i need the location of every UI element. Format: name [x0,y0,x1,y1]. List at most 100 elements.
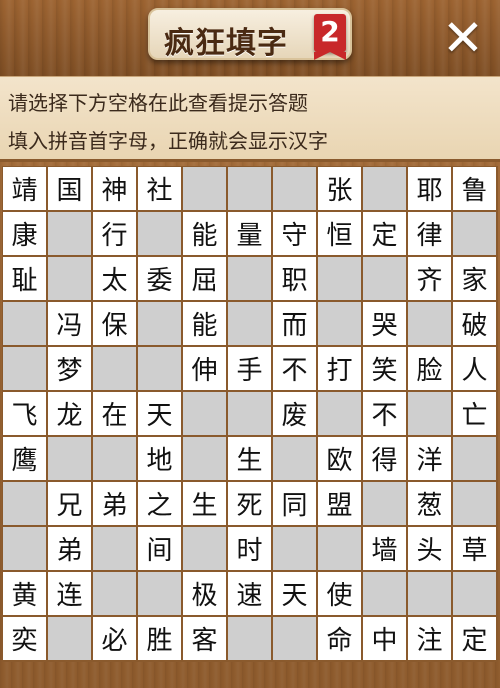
grid-cell[interactable]: 生 [227,436,272,481]
grid-cell-blocked [317,391,362,436]
grid-cell[interactable]: 地 [137,436,182,481]
grid-cell[interactable]: 哭 [362,301,407,346]
grid-cell[interactable]: 兄 [47,481,92,526]
grid-cell[interactable]: 保 [92,301,137,346]
grid-cell[interactable]: 之 [137,481,182,526]
grid-cell[interactable]: 不 [362,391,407,436]
grid-cell[interactable]: 国 [47,166,92,211]
grid-cell[interactable]: 社 [137,166,182,211]
grid-cell-blocked [2,526,47,571]
grid-cell-blocked [362,571,407,616]
grid-cell[interactable]: 鲁 [452,166,497,211]
grid-cell[interactable]: 定 [452,616,497,661]
grid-cell-blocked [92,346,137,391]
grid-cell[interactable]: 速 [227,571,272,616]
grid-cell-blocked [227,616,272,661]
grid-cell[interactable]: 欧 [317,436,362,481]
grid-cell[interactable]: 头 [407,526,452,571]
grid-cell[interactable]: 亡 [452,391,497,436]
grid-cell[interactable]: 梦 [47,346,92,391]
grid-cell[interactable]: 人 [452,346,497,391]
grid-cell-blocked [92,571,137,616]
grid-cell[interactable]: 伸 [182,346,227,391]
grid-cell[interactable]: 废 [272,391,317,436]
grid-cell[interactable]: 龙 [47,391,92,436]
grid-cell[interactable]: 靖 [2,166,47,211]
grid-cell[interactable]: 量 [227,211,272,256]
grid-cell[interactable]: 恒 [317,211,362,256]
grid-cell[interactable]: 弟 [47,526,92,571]
grid-cell[interactable]: 飞 [2,391,47,436]
grid-cell[interactable]: 时 [227,526,272,571]
grid-cell[interactable]: 破 [452,301,497,346]
grid-cell[interactable]: 康 [2,211,47,256]
grid-cell-blocked [362,481,407,526]
grid-cell[interactable]: 家 [452,256,497,301]
grid-cell[interactable]: 葱 [407,481,452,526]
grid-cell[interactable]: 弟 [92,481,137,526]
grid-cell[interactable]: 草 [452,526,497,571]
grid-cell-blocked [47,616,92,661]
grid-cell[interactable]: 冯 [47,301,92,346]
grid-cell[interactable]: 极 [182,571,227,616]
grid-cell[interactable]: 命 [317,616,362,661]
grid-cell-blocked [272,616,317,661]
grid-cell-blocked [452,481,497,526]
grid-cell[interactable]: 耶 [407,166,452,211]
grid-cell[interactable]: 天 [137,391,182,436]
header-bar: 疯狂填字 2 ✕ [0,0,500,76]
close-button[interactable]: ✕ [438,13,488,64]
grid-cell-blocked [362,256,407,301]
grid-cell[interactable]: 得 [362,436,407,481]
grid-cell[interactable]: 间 [137,526,182,571]
grid-cell[interactable]: 行 [92,211,137,256]
grid-cell[interactable]: 不 [272,346,317,391]
crossword-grid: 靖国神社张耶鲁康行能量守恒定律耻太委屈职齐家冯保能而哭破梦伸手不打笑脸人飞龙在天… [2,166,498,662]
grid-cell[interactable]: 定 [362,211,407,256]
grid-cell[interactable]: 而 [272,301,317,346]
grid-cell[interactable]: 能 [182,211,227,256]
grid-cell[interactable]: 屈 [182,256,227,301]
grid-cell[interactable]: 手 [227,346,272,391]
grid-cell[interactable]: 守 [272,211,317,256]
grid-cell[interactable]: 太 [92,256,137,301]
grid-cell[interactable]: 注 [407,616,452,661]
hint-line-1: 请选择下方空格在此查看提示答题 [8,91,308,115]
grid-cell[interactable]: 奕 [2,616,47,661]
grid-cell-blocked [182,391,227,436]
grid-cell[interactable]: 死 [227,481,272,526]
grid-cell[interactable]: 胜 [137,616,182,661]
grid-cell[interactable]: 职 [272,256,317,301]
grid-cell[interactable]: 生 [182,481,227,526]
grid-cell[interactable]: 能 [182,301,227,346]
grid-cell[interactable]: 中 [362,616,407,661]
grid-cell[interactable]: 在 [92,391,137,436]
game-title: 疯狂填字 [164,26,288,61]
grid-cell[interactable]: 齐 [407,256,452,301]
grid-cell[interactable]: 黄 [2,571,47,616]
grid-cell[interactable]: 洋 [407,436,452,481]
grid-cell[interactable]: 脸 [407,346,452,391]
grid-cell-blocked [182,166,227,211]
grid-cell[interactable]: 笑 [362,346,407,391]
grid-cell[interactable]: 委 [137,256,182,301]
grid-cell-blocked [272,436,317,481]
grid-cell-blocked [452,436,497,481]
grid-cell[interactable]: 盟 [317,481,362,526]
grid-cell[interactable]: 使 [317,571,362,616]
grid-cell-blocked [92,526,137,571]
grid-cell[interactable]: 天 [272,571,317,616]
grid-cell[interactable]: 墙 [362,526,407,571]
grid-cell[interactable]: 连 [47,571,92,616]
grid-cell[interactable]: 鹰 [2,436,47,481]
grid-cell[interactable]: 打 [317,346,362,391]
grid-cell-blocked [452,211,497,256]
grid-cell[interactable]: 必 [92,616,137,661]
grid-cell[interactable]: 客 [182,616,227,661]
grid-cell[interactable]: 耻 [2,256,47,301]
grid-cell[interactable]: 同 [272,481,317,526]
grid-cell[interactable]: 律 [407,211,452,256]
grid-cell[interactable]: 张 [317,166,362,211]
grid-cell-blocked [47,211,92,256]
grid-cell[interactable]: 神 [92,166,137,211]
